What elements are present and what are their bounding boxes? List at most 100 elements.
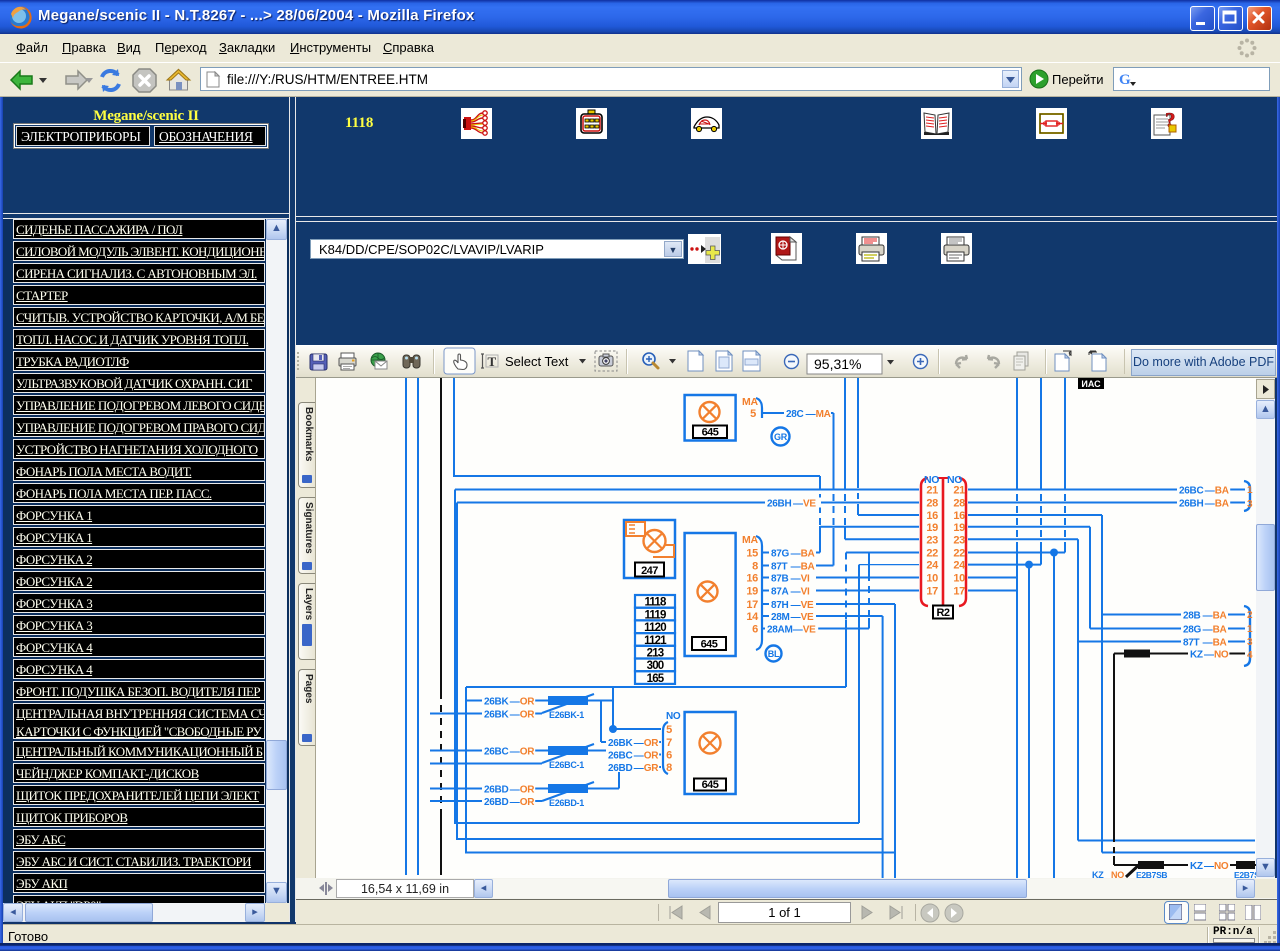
svg-text:—: — [1205,486,1215,497]
svg-text:26BH: 26BH [1179,499,1203,510]
svg-text:—: — [791,562,801,573]
svg-text:NO: NO [1214,861,1229,872]
svg-text:14: 14 [746,611,759,623]
svg-text:26BH: 26BH [767,499,791,510]
svg-text:—: — [1203,638,1213,649]
svg-text:23: 23 [926,534,938,546]
svg-text:8: 8 [666,762,672,774]
svg-text:87T: 87T [771,562,788,573]
svg-text:95,31%: 95,31% [814,356,861,372]
svg-text:165: 165 [647,673,665,685]
svg-text:645: 645 [702,427,719,439]
svg-text:—: — [1204,861,1214,872]
svg-text:BA: BA [1213,611,1227,622]
svg-text:87T: 87T [1183,638,1200,649]
svg-text:5: 5 [750,408,756,420]
svg-text:BA: BA [801,549,815,560]
svg-text:OR: OR [520,785,535,796]
svg-text:E2B7SB: E2B7SB [1136,870,1167,878]
svg-text:—: — [1203,611,1213,622]
svg-text:22: 22 [926,548,938,560]
svg-text:26BD: 26BD [484,797,508,808]
svg-text:T: T [488,354,497,369]
svg-text:NO: NO [1111,870,1124,878]
svg-text:E26BC-1: E26BC-1 [549,760,584,770]
svg-text:26BC: 26BC [1179,486,1203,497]
svg-text:645: 645 [702,779,719,791]
svg-text:—: — [1205,499,1215,510]
svg-text:3: 3 [1247,499,1253,510]
svg-text:—: — [510,697,520,708]
svg-text:VE: VE [803,625,816,636]
svg-text:—: — [1203,625,1213,636]
svg-text:26BC: 26BC [484,747,508,758]
svg-text:17: 17 [953,586,965,598]
svg-text:10: 10 [926,573,938,585]
svg-text:16: 16 [926,510,938,522]
svg-text:MA: MA [742,396,758,408]
svg-text:MA: MA [816,409,831,420]
svg-text:26BK: 26BK [608,738,633,749]
svg-text:G: G [1119,72,1131,88]
svg-text:BA: BA [1213,625,1227,636]
svg-text:MA: MA [742,534,758,546]
svg-text:OR: OR [520,710,535,721]
svg-text:VE: VE [801,612,814,623]
svg-text:BA: BA [1215,499,1229,510]
svg-text:KZ: KZ [1190,650,1203,661]
svg-text:28: 28 [953,498,965,510]
svg-text:VI: VI [801,574,810,585]
svg-text:—: — [510,747,520,758]
svg-text:26BD: 26BD [484,785,508,796]
svg-text:645: 645 [701,639,718,651]
svg-text:—: — [791,587,801,598]
svg-text:KZ: KZ [1092,870,1104,878]
svg-text:28AM: 28AM [767,625,792,636]
svg-text:6: 6 [666,750,672,762]
svg-text:GR: GR [774,432,788,442]
svg-text:VI: VI [801,587,810,598]
svg-text:—: — [791,600,801,611]
svg-text:1: 1 [1247,624,1253,635]
svg-text:6: 6 [752,624,758,636]
svg-text:24: 24 [926,560,939,572]
svg-text:8: 8 [752,561,758,573]
svg-text:—: — [510,785,520,796]
svg-text:24: 24 [953,560,966,572]
svg-text:VE: VE [803,499,816,510]
svg-text:7: 7 [666,737,672,749]
svg-text:NO: NO [1214,650,1229,661]
svg-text:4: 4 [1247,650,1253,661]
svg-text:26BK: 26BK [484,697,509,708]
svg-text:OR: OR [644,738,659,749]
svg-text:22: 22 [953,548,965,560]
svg-text:3: 3 [1247,637,1253,648]
svg-text:28M: 28M [771,612,790,623]
svg-text:28G: 28G [1183,625,1202,636]
svg-text:—: — [634,738,644,749]
svg-text:—: — [634,751,644,762]
svg-text:28C: 28C [786,409,804,420]
svg-text:21: 21 [953,485,965,497]
svg-text:—: — [791,574,801,585]
svg-text:VE: VE [801,600,814,611]
svg-text:5: 5 [666,724,672,736]
svg-text:—: — [510,797,520,808]
svg-text:87A: 87A [771,587,789,598]
svg-text:E26BK-1: E26BK-1 [549,710,584,720]
svg-text:87G: 87G [771,549,790,560]
svg-text:21: 21 [926,485,938,497]
svg-text:87H: 87H [771,600,789,611]
svg-text:26BD: 26BD [608,763,632,774]
svg-text:—: — [510,710,520,721]
svg-text:19: 19 [926,522,938,534]
svg-text:23: 23 [953,534,965,546]
svg-text:2: 2 [1247,610,1253,621]
svg-text:BA: BA [1213,638,1227,649]
svg-text:ИАС: ИАС [1081,379,1101,389]
svg-text:OR: OR [644,751,659,762]
svg-text:BL: BL [768,649,780,659]
svg-text:R2: R2 [936,607,949,619]
svg-text:GR: GR [644,763,659,774]
svg-text:—: — [793,625,803,636]
